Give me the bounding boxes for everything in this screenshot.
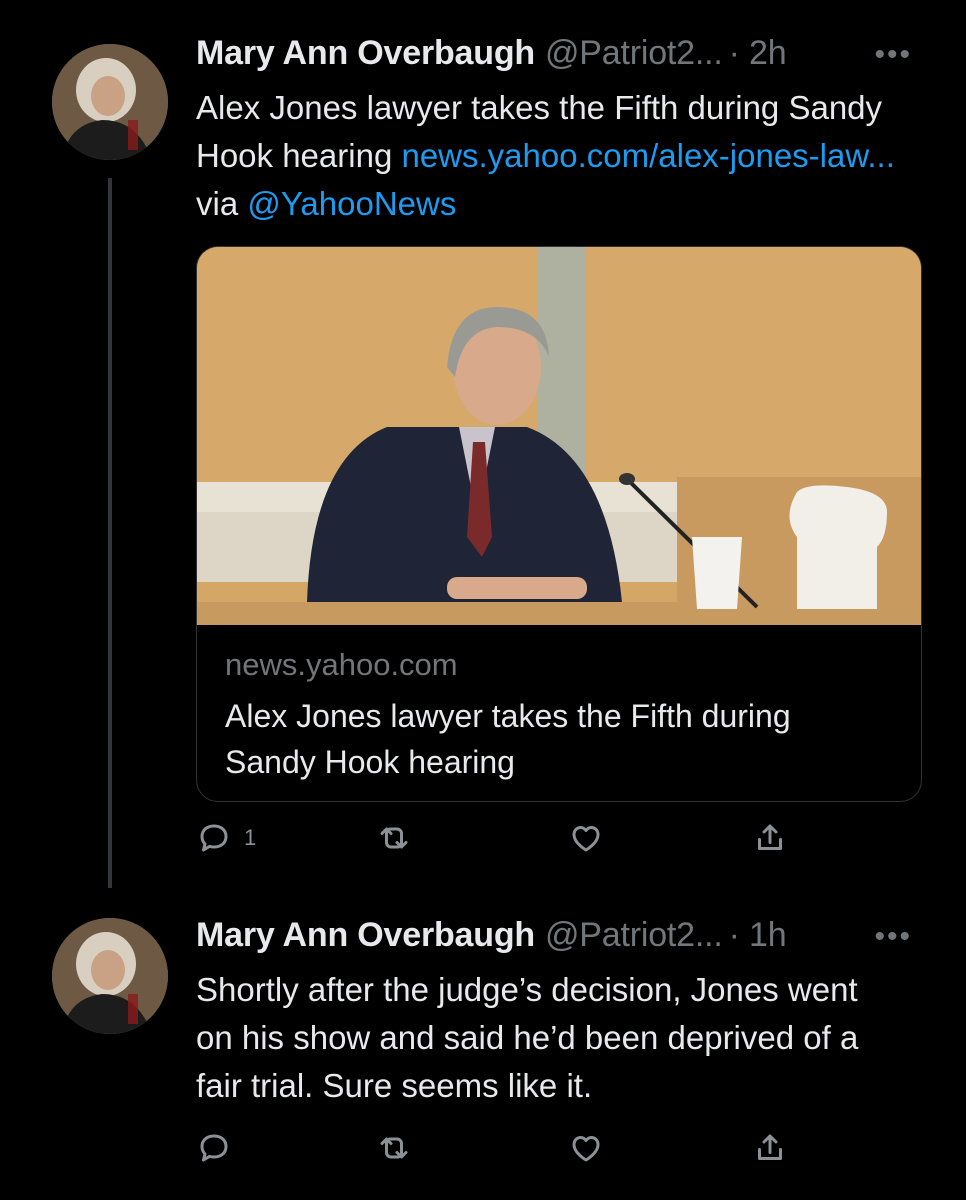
share-button[interactable]	[752, 1130, 788, 1166]
share-icon	[758, 824, 782, 850]
tweet-text: Alex Jones lawyer takes the Fifth during…	[196, 84, 916, 228]
timestamp[interactable]: · 1h	[729, 916, 787, 955]
tweet-actions: 1	[196, 820, 796, 860]
card-title: Alex Jones lawyer takes the Fifth during…	[225, 698, 791, 780]
tweet-header: Mary Ann Overbaugh @Patriot2... · 2h	[196, 34, 787, 73]
link-card[interactable]: news.yahoo.com Alex Jones lawyer takes t…	[196, 246, 922, 802]
avatar-image	[52, 44, 168, 160]
article-link[interactable]: news.yahoo.com/alex-jones-law...	[401, 137, 894, 174]
reply-icon	[200, 824, 228, 852]
mention-link[interactable]: @YahooNews	[247, 185, 456, 222]
retweet-button[interactable]	[376, 820, 412, 856]
reply-count: 1	[244, 825, 257, 850]
tweet-header: Mary Ann Overbaugh @Patriot2... · 1h	[196, 916, 787, 955]
reply-button[interactable]: 1	[196, 820, 256, 856]
reply-button[interactable]	[196, 1130, 232, 1166]
share-button[interactable]	[752, 820, 788, 856]
reply-icon	[200, 1134, 228, 1162]
like-icon	[572, 826, 600, 852]
retweet-icon	[380, 827, 408, 849]
avatar[interactable]	[52, 44, 168, 160]
timestamp[interactable]: · 2h	[729, 34, 787, 73]
avatar-image	[52, 918, 168, 1034]
retweet-icon	[380, 1137, 408, 1159]
more-icon[interactable]: •••	[874, 38, 912, 72]
thread-line	[108, 178, 112, 888]
author-handle[interactable]: @Patriot2...	[545, 916, 723, 955]
avatar[interactable]	[52, 918, 168, 1034]
like-icon	[572, 1136, 600, 1162]
tweet-actions	[196, 1130, 796, 1170]
retweet-button[interactable]	[376, 1130, 412, 1166]
card-domain: news.yahoo.com	[225, 647, 458, 682]
author-name[interactable]: Mary Ann Overbaugh	[196, 34, 535, 73]
like-button[interactable]	[568, 1130, 604, 1166]
tweet-text: Shortly after the judge’s decision, Jone…	[196, 971, 859, 1104]
like-button[interactable]	[568, 820, 604, 856]
card-image	[197, 247, 921, 625]
share-icon	[758, 1134, 782, 1160]
more-icon[interactable]: •••	[874, 920, 912, 954]
author-name[interactable]: Mary Ann Overbaugh	[196, 916, 535, 955]
tweet-text-part: via	[196, 185, 248, 222]
author-handle[interactable]: @Patriot2...	[545, 34, 723, 73]
